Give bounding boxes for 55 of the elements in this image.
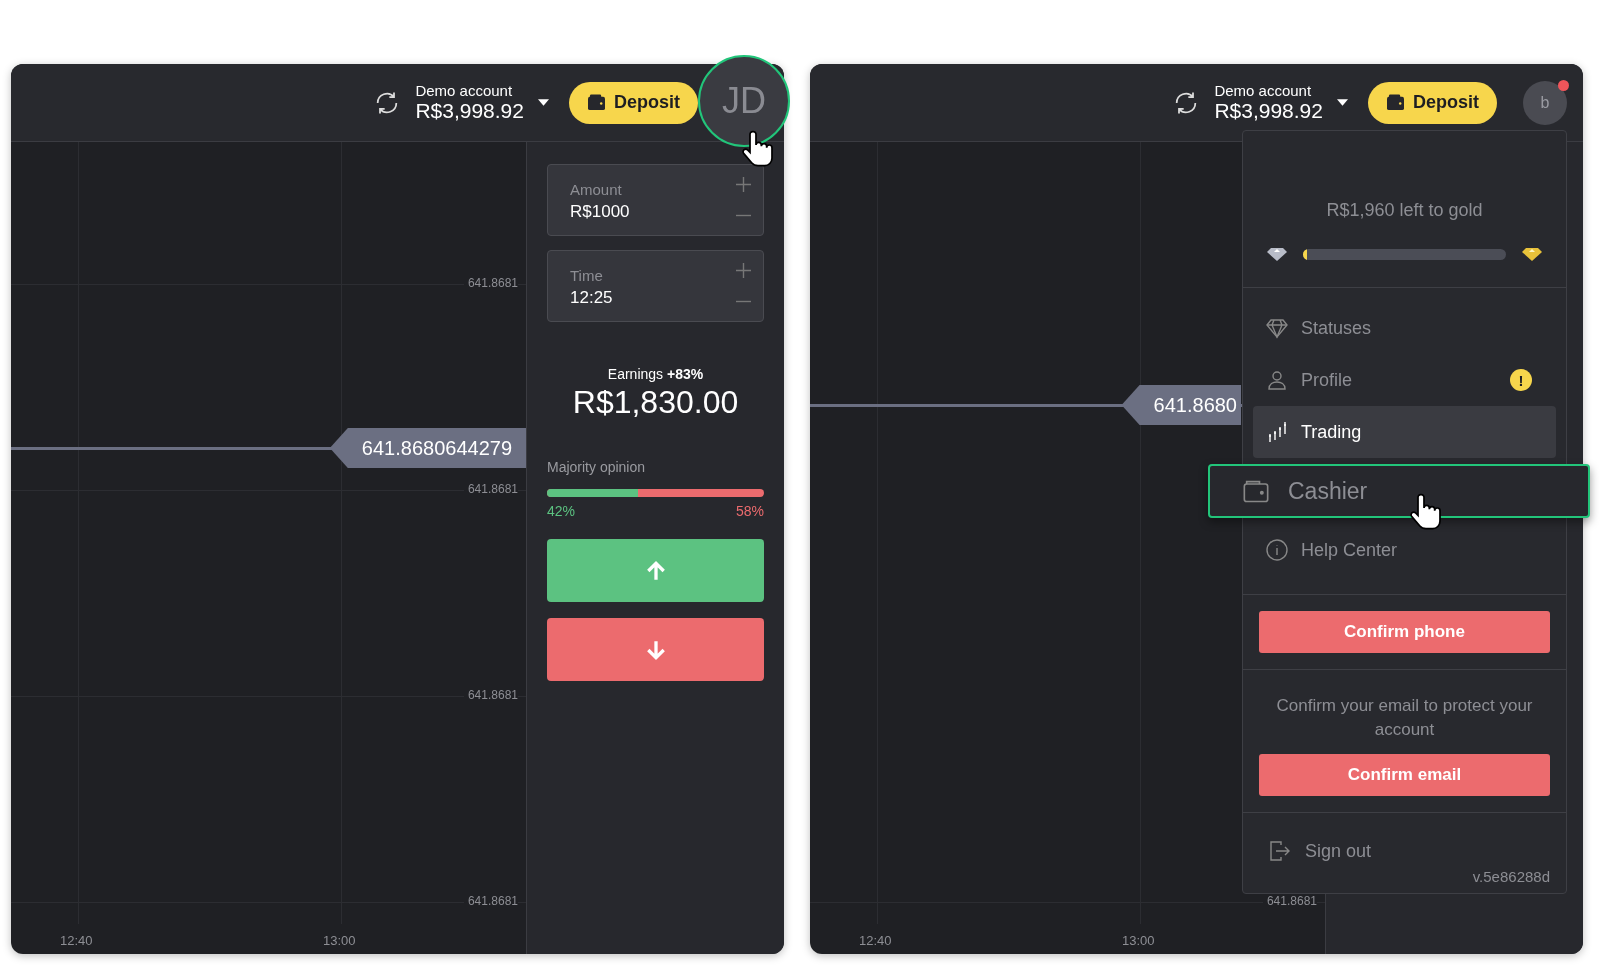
axis-label: 12:40 xyxy=(60,933,93,948)
plus-icon[interactable] xyxy=(736,263,751,278)
earnings-label: Earnings +83% xyxy=(607,366,704,382)
person-icon xyxy=(1265,368,1289,392)
account-balance: R$3,998.92 xyxy=(1214,99,1323,123)
up-percent: 42% xyxy=(547,503,576,519)
input-field[interactable]: Amount R$1000 xyxy=(547,164,764,236)
field-label: Amount xyxy=(570,181,623,198)
axis-label: 12:40 xyxy=(859,933,892,948)
diamond-icon xyxy=(1522,247,1542,261)
deposit-button[interactable]: Deposit xyxy=(1368,81,1497,124)
avatar[interactable]: b xyxy=(1523,80,1567,125)
price-tag: 641.8680644279 xyxy=(329,428,526,468)
version-label: v.5e86288d xyxy=(1472,868,1550,885)
axis-label: 641.8681 xyxy=(463,276,518,290)
plus-icon[interactable] xyxy=(736,177,751,192)
account-balance: R$3,998.92 xyxy=(415,99,524,123)
axis-label: 641.8681 xyxy=(463,482,518,496)
confirm-email-button[interactable]: Confirm email xyxy=(1259,754,1550,796)
deposit-button[interactable]: Deposit xyxy=(569,81,698,124)
caret-icon[interactable] xyxy=(538,99,549,106)
field-value: R$1000 xyxy=(570,202,630,222)
info-icon xyxy=(1265,538,1289,562)
menu-item[interactable]: Help Center xyxy=(1253,524,1556,576)
account-label: Demo account xyxy=(415,82,514,99)
email-notice: Confirm your email to protect your account xyxy=(1275,695,1534,741)
avatar[interactable]: JD xyxy=(698,54,790,147)
axis-label: 641.8681 xyxy=(463,688,518,702)
field-label: Time xyxy=(570,267,604,284)
earnings-amount: R$1,830.00 xyxy=(572,384,739,421)
status-text: R$1,960 left to gold xyxy=(1326,200,1483,221)
sign-out-item[interactable]: Sign out xyxy=(1267,839,1550,863)
input-field[interactable]: Time 12:25 xyxy=(547,250,764,322)
axis-label: 13:00 xyxy=(1122,933,1155,948)
wallet-icon xyxy=(587,94,606,111)
price-tag: 641.8680 xyxy=(1121,385,1241,425)
field-value: 12:25 xyxy=(570,288,613,308)
wallet-icon xyxy=(1386,94,1405,111)
diamond-icon xyxy=(1267,247,1287,261)
warning-badge: ! xyxy=(1510,369,1532,391)
menu-item[interactable]: Trading xyxy=(1253,406,1556,458)
menu-item[interactable]: Profile ! xyxy=(1253,354,1556,406)
down-percent: 58% xyxy=(735,503,764,519)
menu-item[interactable]: Statuses xyxy=(1253,302,1556,354)
diamond-icon xyxy=(1265,316,1289,340)
arrow-up-icon xyxy=(644,559,667,582)
axis-label: 641.8681 xyxy=(463,894,518,908)
confirm-phone-button[interactable]: Confirm phone xyxy=(1259,611,1550,653)
account-label: Demo account xyxy=(1214,82,1313,99)
axis-label: 13:00 xyxy=(323,933,356,948)
majority-label: Majority opinion xyxy=(547,459,647,475)
exit-icon xyxy=(1267,839,1291,863)
arrow-down-icon xyxy=(644,638,667,661)
caret-icon[interactable] xyxy=(1337,99,1348,106)
axis-label: 641.8681 xyxy=(1262,894,1317,908)
